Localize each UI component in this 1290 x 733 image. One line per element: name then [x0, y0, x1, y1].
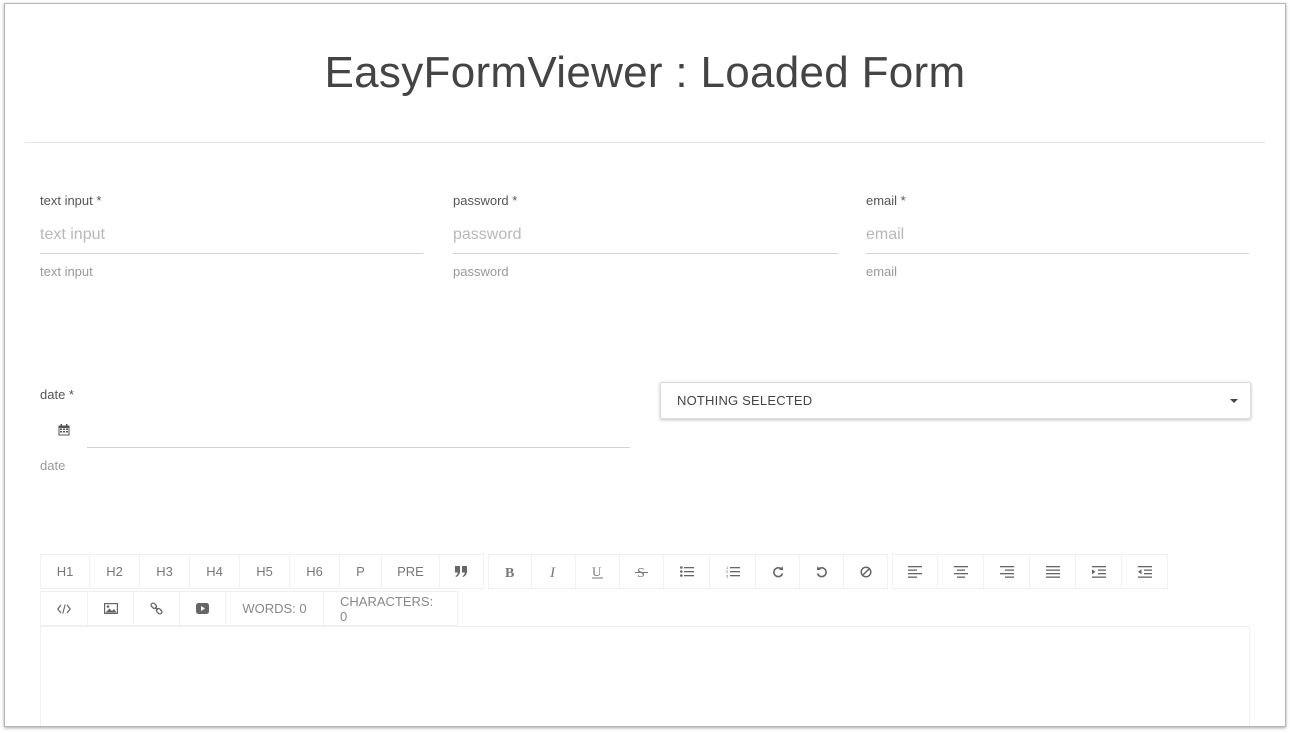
- numbered-list-button[interactable]: 1 2 3: [710, 554, 756, 589]
- strikethrough-icon: S: [635, 566, 648, 579]
- h5-button[interactable]: H5: [240, 554, 290, 589]
- bold-button[interactable]: B: [488, 554, 532, 589]
- bullet-list-icon: [679, 566, 694, 577]
- email-label: email *: [866, 193, 906, 208]
- email-input[interactable]: [866, 217, 1249, 254]
- svg-text:U: U: [592, 565, 602, 579]
- password-input[interactable]: [453, 217, 838, 254]
- italic-button[interactable]: I: [532, 554, 576, 589]
- h2-button[interactable]: H2: [90, 554, 140, 589]
- text-input-help: text input: [40, 264, 93, 279]
- align-group: [892, 554, 1168, 589]
- heading-group: H1 H2 H3 H4 H5 H6 P PRE: [40, 554, 484, 589]
- redo-button[interactable]: [756, 554, 800, 589]
- svg-text:I: I: [549, 565, 556, 578]
- align-justify-button[interactable]: [1030, 554, 1076, 589]
- h6-button[interactable]: H6: [290, 554, 340, 589]
- password-label: password *: [453, 193, 518, 208]
- password-field: password * password: [453, 193, 838, 283]
- title-divider: [25, 142, 1265, 143]
- bullet-list-button[interactable]: [664, 554, 710, 589]
- align-center-button[interactable]: [938, 554, 984, 589]
- align-left-icon: [908, 565, 922, 578]
- character-count: CHARACTERS: 0: [324, 591, 458, 626]
- outdent-button[interactable]: [1122, 554, 1168, 589]
- calendar-icon[interactable]: [58, 424, 70, 436]
- link-button[interactable]: [134, 591, 180, 626]
- align-center-icon: [953, 565, 968, 578]
- date-help: date: [40, 458, 66, 473]
- insert-group: WORDS: 0 CHARACTERS: 0: [40, 591, 458, 626]
- date-field: date * date: [40, 387, 630, 477]
- align-left-button[interactable]: [892, 554, 938, 589]
- indent-button[interactable]: [1076, 554, 1122, 589]
- svg-text:3: 3: [726, 574, 729, 579]
- text-input-field: text input * text input: [40, 193, 423, 283]
- image-icon: [103, 603, 118, 614]
- align-right-button[interactable]: [984, 554, 1030, 589]
- editor-content-area[interactable]: [40, 626, 1250, 726]
- page-title: EasyFormViewer : Loaded Form: [324, 48, 966, 97]
- rich-text-editor: H1 H2 H3 H4 H5 H6 P PRE B I U S 1 2 3 WO…: [40, 554, 1250, 726]
- select-dropdown[interactable]: NOTHING SELECTED: [660, 382, 1251, 419]
- align-right-icon: [999, 565, 1014, 578]
- link-icon: [150, 602, 163, 615]
- undo-button[interactable]: [800, 554, 844, 589]
- date-input[interactable]: [87, 411, 630, 448]
- editor-toolbar-row-2: WORDS: 0 CHARACTERS: 0: [40, 591, 462, 626]
- email-field: email * email: [866, 193, 1249, 283]
- outdent-icon: [1137, 565, 1152, 578]
- word-count: WORDS: 0: [226, 591, 324, 626]
- text-input[interactable]: [40, 217, 423, 254]
- strikethrough-button[interactable]: S: [620, 554, 664, 589]
- text-input-label: text input *: [40, 193, 102, 208]
- italic-icon: I: [549, 565, 556, 578]
- caret-down-icon: [1230, 399, 1238, 403]
- email-help: email: [866, 264, 898, 279]
- pre-button[interactable]: PRE: [382, 554, 440, 589]
- select-value: NOTHING SELECTED: [677, 393, 813, 408]
- video-button[interactable]: [180, 591, 226, 626]
- h1-button[interactable]: H1: [40, 554, 90, 589]
- clear-format-button[interactable]: [844, 554, 888, 589]
- html-code-icon: [57, 603, 71, 614]
- underline-button[interactable]: U: [576, 554, 620, 589]
- h3-button[interactable]: H3: [140, 554, 190, 589]
- redo-icon: [772, 565, 783, 577]
- video-icon: [196, 603, 209, 614]
- paragraph-button[interactable]: P: [340, 554, 382, 589]
- undo-icon: [816, 565, 827, 577]
- password-help: password: [453, 264, 509, 279]
- underline-icon: U: [592, 565, 603, 579]
- html-code-button[interactable]: [40, 591, 88, 626]
- h4-button[interactable]: H4: [190, 554, 240, 589]
- numbered-list-icon: 1 2 3: [726, 565, 740, 578]
- date-label: date *: [40, 387, 74, 402]
- indent-icon: [1091, 565, 1106, 578]
- editor-toolbar-row-1: H1 H2 H3 H4 H5 H6 P PRE B I U S 1 2 3: [40, 554, 1172, 589]
- align-justify-icon: [1045, 565, 1060, 578]
- svg-text:B: B: [505, 566, 514, 578]
- form-window: EasyFormViewer : Loaded Form text input …: [4, 3, 1286, 727]
- image-button[interactable]: [88, 591, 134, 626]
- clear-format-icon: [859, 565, 872, 578]
- quote-icon: [455, 566, 467, 577]
- quote-button[interactable]: [440, 554, 484, 589]
- bold-icon: B: [505, 566, 514, 578]
- format-group: B I U S 1 2 3: [488, 554, 888, 589]
